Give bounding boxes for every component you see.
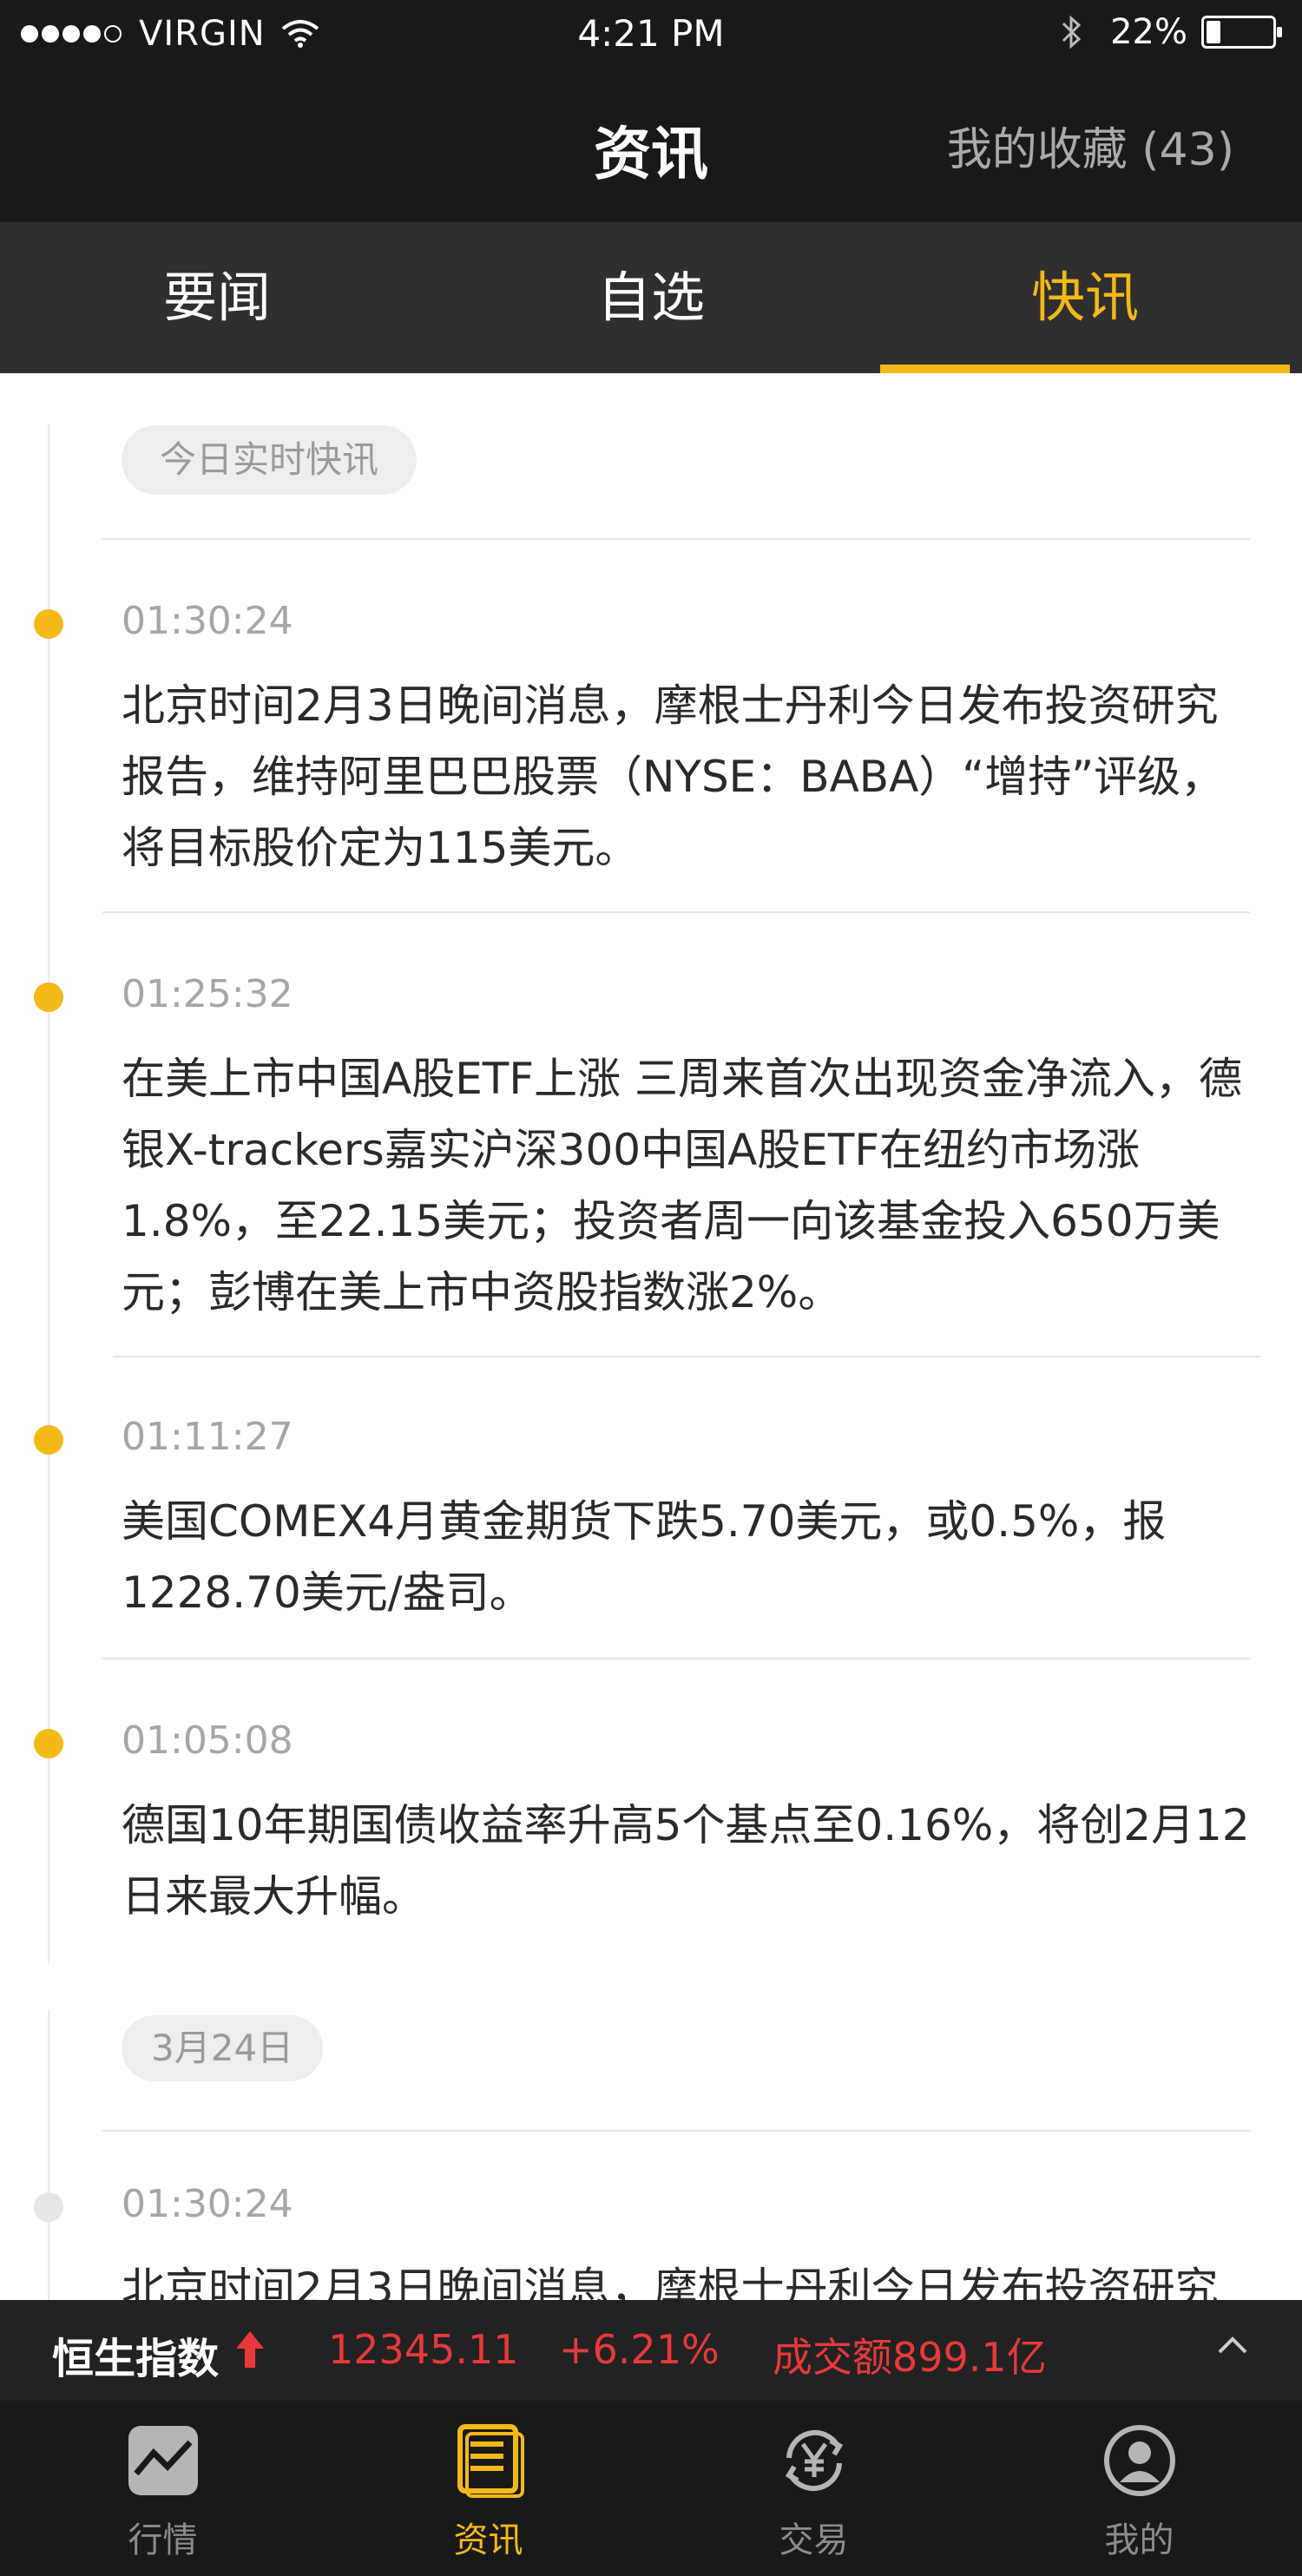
tab-watchlist[interactable]: 自选 xyxy=(434,222,868,373)
news-time: 01:11:27 xyxy=(122,1415,293,1459)
navigation-bar: 资讯 我的收藏 (43) xyxy=(0,73,1302,222)
index-change: +6.21% xyxy=(559,2326,720,2373)
yen-exchange-icon xyxy=(785,2429,844,2492)
news-text: 北京时间2月3日晚间消息，摩根士丹利今日发布投资研究报告，维持阿里巴巴股票（NY… xyxy=(122,2264,1219,2300)
index-name: 恒生指数 xyxy=(52,2335,220,2383)
divider xyxy=(113,1356,1260,1357)
bottom-tab-bar: 行情 资讯 交易 我的 xyxy=(0,2401,1302,2576)
chart-icon xyxy=(128,2426,198,2495)
chevron-up-icon[interactable] xyxy=(1217,2335,1248,2356)
my-favorites-link[interactable]: 我的收藏 (43) xyxy=(947,113,1234,178)
news-text: 北京时间2月3日晚间消息，摩根士丹利今日发布投资研究报告，维持阿里巴巴股票（NY… xyxy=(122,680,1225,873)
timeline-dot xyxy=(34,609,63,639)
timeline-dot xyxy=(34,1729,63,1758)
news-tabs: 要闻 自选 快讯 xyxy=(0,222,1302,373)
tabbar-label: 行情 xyxy=(128,2520,198,2560)
index-ticker-bar[interactable]: 恒生指数 12345.11 +6.21% 成交额899.1亿 xyxy=(0,2300,1302,2401)
status-bar: VIRGIN 4:21 PM 22% xyxy=(0,0,1302,73)
tabbar-item-market[interactable]: 行情 xyxy=(0,2401,326,2576)
timeline-dot xyxy=(34,2192,63,2222)
divider xyxy=(102,2130,1250,2132)
news-text: 德国10年期国债收益率升高5个基点至0.16%，将创2月12日来最大升幅。 xyxy=(122,1800,1250,1922)
date-section-label: 3月24日 xyxy=(122,2015,324,2081)
news-time: 01:25:32 xyxy=(122,972,293,1016)
index-volume: 成交额899.1亿 xyxy=(773,2334,1047,2381)
divider xyxy=(102,1658,1250,1659)
arrow-up-icon xyxy=(236,2331,264,2368)
timeline-dot xyxy=(34,1425,63,1455)
news-time: 01:30:24 xyxy=(122,599,293,643)
tabbar-item-profile[interactable]: 我的 xyxy=(976,2401,1302,2576)
battery-percent: 22% xyxy=(1110,12,1187,52)
tab-flash-news[interactable]: 快讯 xyxy=(868,222,1302,373)
bluetooth-icon xyxy=(1062,15,1082,49)
status-right: 22% xyxy=(1060,12,1282,52)
battery-icon xyxy=(1201,16,1282,49)
news-text: 美国COMEX4月黄金期货下跌5.70美元，或0.5%，报1228.70美元/盎… xyxy=(122,1496,1167,1618)
news-time: 01:05:08 xyxy=(122,1718,293,1763)
divider xyxy=(102,911,1250,913)
tabbar-label: 交易 xyxy=(779,2520,849,2560)
tabbar-item-news[interactable]: 资讯 xyxy=(326,2401,651,2576)
tab-headlines[interactable]: 要闻 xyxy=(0,222,434,373)
feed-items-layer: 01:30:24 北京时间2月3日晚间消息，摩根士丹利今日发布投资研究报告，维持… xyxy=(0,373,1302,2300)
tabbar-item-trade[interactable]: 交易 xyxy=(651,2401,976,2576)
timeline-dot xyxy=(34,982,63,1012)
tabbar-label: 我的 xyxy=(1104,2520,1174,2560)
index-value: 12345.11 xyxy=(328,2326,519,2373)
news-icon xyxy=(457,2424,524,2498)
profile-icon xyxy=(1104,2425,1175,2496)
news-text: 在美上市中国A股ETF上涨 三周来首次出现资金净流入，德银X-trackers嘉… xyxy=(122,1054,1242,1318)
tabbar-label: 资讯 xyxy=(453,2520,523,2560)
news-time: 01:30:24 xyxy=(122,2182,293,2226)
